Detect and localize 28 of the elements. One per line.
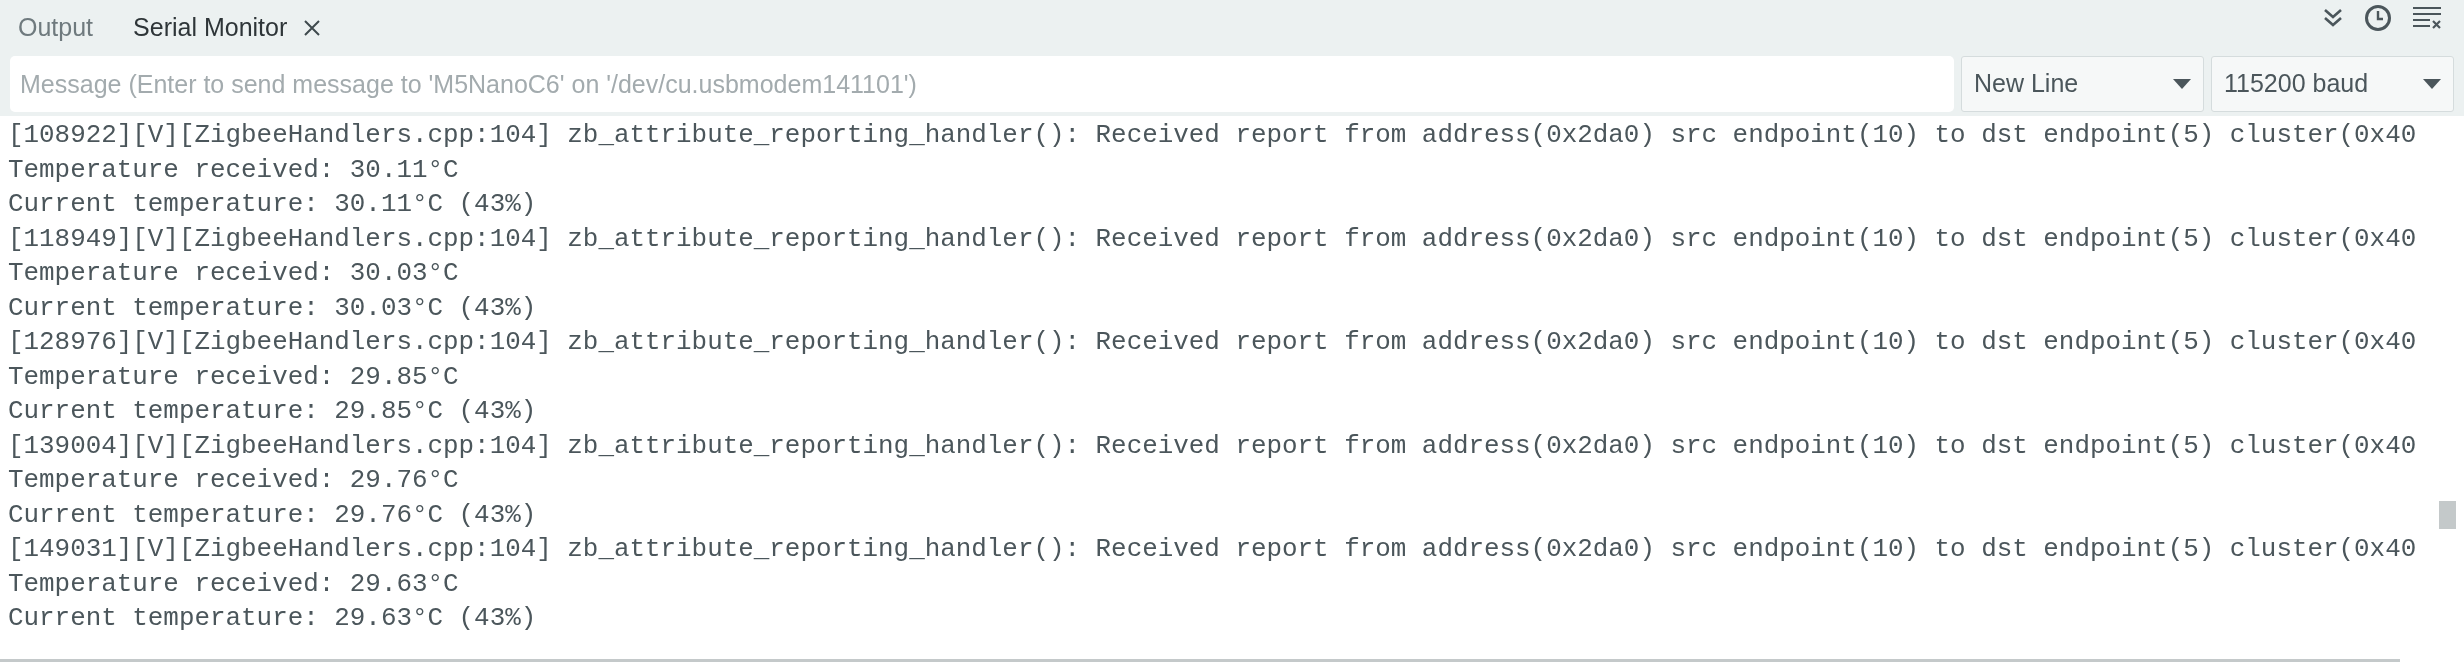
clock-icon[interactable] <box>2364 4 2392 32</box>
baud-rate-dropdown[interactable]: 115200 baud <box>2211 56 2454 112</box>
double-chevron-down-icon[interactable] <box>2322 7 2344 29</box>
log-line: [118949][V][ZigbeeHandlers.cpp:104] zb_attribute_reporting_handler(): Received report from address(0x2da0) src endpoint(10) to dst endpoint(5) cluster(0x40 <box>8 222 2417 256</box>
log-line: [108922][V][ZigbeeHandlers.cpp:104] zb_attribute_reporting_handler(): Received report from address(0x2da0) src endpoint(10) to dst endpoint(5) cluster(0x40 <box>8 119 2417 152</box>
caret-icon <box>2173 79 2191 89</box>
line-ending-dropdown[interactable]: New Line <box>1961 56 2204 112</box>
log-line: Temperature received: 30.11°C <box>8 153 459 187</box>
log-line: [139004][V][ZigbeeHandlers.cpp:104] zb_attribute_reporting_handler(): Received report from address(0x2da0) src endpoint(10) to dst endpoint(5) cluster(0x40 <box>8 429 2417 463</box>
log-line: Current temperature: 30.11°C (43%) <box>8 188 537 221</box>
log-line: Current temperature: 29.63°C (43%) <box>8 602 537 635</box>
log-line: [149031][V][ZigbeeHandlers.cpp:104] zb_attribute_reporting_handler(): Received report from address(0x2da0) src endpoint(10) to dst endpoint(5) cluster(0x40 <box>8 533 2417 566</box>
horizontal-scrollbar[interactable] <box>0 659 2400 662</box>
log-line: Temperature received: 29.63°C <box>8 567 459 601</box>
log-line: Temperature received: 30.03°C <box>8 257 459 290</box>
log-line: Current temperature: 30.03°C (43%) <box>8 291 537 325</box>
log-line: Current temperature: 29.76°C (43%) <box>8 498 537 532</box>
log-line: Temperature received: 29.76°C <box>8 464 459 497</box>
log-line: Temperature received: 29.85°C <box>8 360 459 394</box>
vertical-scrollbar-thumb[interactable] <box>2439 501 2456 529</box>
clear-output-icon[interactable] <box>2412 6 2442 30</box>
close-icon[interactable] <box>303 19 322 37</box>
caret-icon <box>2423 79 2441 89</box>
tab[interactable]: Output <box>18 9 94 47</box>
log-line: Current temperature: 29.85°C (43%) <box>8 395 537 428</box>
log-line: [128976][V][ZigbeeHandlers.cpp:104] zb_attribute_reporting_handler(): Received report from address(0x2da0) src endpoint(10) to dst endpoint(5) cluster(0x40 <box>8 326 2417 359</box>
tab[interactable]: Serial Monitor <box>133 9 322 47</box>
message-field[interactable]: Message (Enter to send message to 'M5NanoC6' on '/dev/cu.usbmodem141101') <box>10 56 1954 112</box>
